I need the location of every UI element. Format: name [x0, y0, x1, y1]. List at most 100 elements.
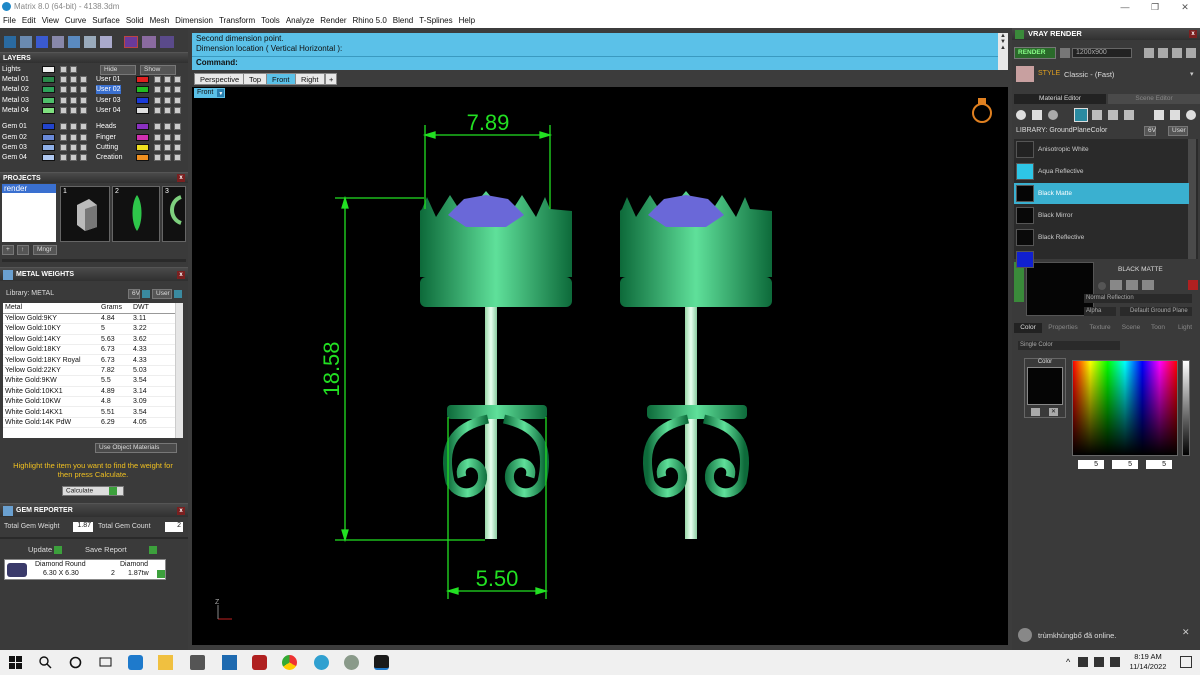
layer-lock-icon[interactable] [154, 86, 161, 94]
project-thumb-1[interactable]: 1 [60, 186, 110, 242]
volume-icon[interactable] [1094, 657, 1104, 667]
material-item[interactable]: Black Mirror [1014, 205, 1189, 226]
project-item-render[interactable]: render [2, 184, 56, 193]
subtab-light[interactable]: Light [1172, 323, 1198, 333]
style-value[interactable]: Classic - (Fast) [1064, 70, 1114, 79]
table-row[interactable]: Yellow Gold:18KY Royal 6.73 4.33 [3, 354, 175, 366]
material-tool-icon-10[interactable] [1186, 110, 1196, 120]
project-thumb-3[interactable]: 3 [162, 186, 186, 242]
render-size-field[interactable]: 1200x900 [1072, 48, 1132, 58]
layer-select-icon[interactable] [80, 154, 87, 162]
metal-user-toggle-icon[interactable] [174, 290, 182, 298]
command-scrollbar[interactable]: ▲ ▼ ▲ [998, 33, 1008, 70]
menu-mesh[interactable]: Mesh [147, 14, 173, 28]
render-option-icon-1[interactable] [1144, 48, 1154, 58]
projects-splitter[interactable] [2, 259, 186, 262]
material-tool-icon-1[interactable] [1016, 110, 1026, 120]
windows-start-icon[interactable] [8, 655, 23, 670]
color-picker-spectrum[interactable] [1072, 360, 1178, 456]
menu-render[interactable]: Render [317, 14, 349, 28]
table-row[interactable]: White Gold:14KX1 5.51 3.54 [3, 406, 175, 418]
use-object-materials-button[interactable]: Use Object Materials [95, 443, 177, 453]
table-row[interactable]: White Gold:10KW 4.8 3.09 [3, 396, 175, 408]
material-shader-icon[interactable] [1098, 282, 1106, 290]
subtab-properties[interactable]: Properties [1044, 323, 1082, 333]
table-row[interactable]: White Gold:14K PdW 6.29 4.05 [3, 417, 175, 429]
render-tool-icon[interactable] [124, 36, 138, 48]
file-explorer-icon[interactable] [158, 655, 173, 670]
menu-surface[interactable]: Surface [89, 14, 123, 28]
add-project-button[interactable]: + [2, 245, 14, 255]
ring-logo-icon[interactable] [972, 98, 992, 123]
command-prompt[interactable]: Command: [192, 56, 998, 69]
layer-select-icon[interactable] [174, 133, 181, 141]
material-item[interactable]: Aqua Reflective [1014, 161, 1189, 182]
layer-color-swatch[interactable] [136, 106, 149, 114]
color-clear-icon[interactable]: ✕ [1049, 408, 1058, 416]
layer-tool-icon[interactable] [4, 36, 16, 48]
store-icon[interactable] [190, 655, 205, 670]
render-option-icon-4[interactable] [1186, 48, 1196, 58]
layer-label[interactable]: Metal 02 [2, 85, 29, 94]
dim-width-top[interactable]: 7.89 [467, 110, 510, 135]
layer-select-icon[interactable] [80, 143, 87, 151]
layer-lock-icon[interactable] [60, 154, 67, 162]
layer-visible-icon[interactable] [70, 154, 77, 162]
material-item[interactable] [1014, 249, 1189, 270]
layer-label[interactable]: Gem 04 [2, 153, 27, 162]
snap-tool-icon[interactable] [68, 36, 80, 48]
material-tool-icon-5[interactable] [1092, 110, 1102, 120]
layer-label[interactable]: Metal 04 [2, 106, 29, 115]
layer-lock-icon[interactable] [60, 76, 67, 83]
notification-toast[interactable]: trùmkhủngbố đã online. ✕ [1012, 622, 1200, 650]
layer-select-icon[interactable] [80, 106, 87, 114]
layer-color-swatch[interactable] [42, 96, 55, 104]
tab-top[interactable]: Top [243, 73, 268, 85]
layer-color-swatch[interactable] [136, 143, 149, 151]
material-tool-icon-2[interactable] [1032, 110, 1042, 120]
layer-visible-icon[interactable] [70, 86, 77, 94]
layer-lock-icon[interactable] [60, 133, 67, 141]
metal-tool-icon[interactable] [160, 36, 174, 48]
material-item[interactable]: Black Reflective [1014, 227, 1189, 248]
layer-select-icon[interactable] [174, 76, 181, 83]
style-dropdown-icon[interactable]: ▾ [1190, 70, 1194, 78]
dim-height[interactable]: 18.58 [319, 341, 344, 396]
material-tool-icon-9[interactable] [1170, 110, 1180, 120]
table-row[interactable]: Yellow Gold:10KY 5 3.22 [3, 323, 175, 335]
material-tool-icon-3[interactable] [1048, 110, 1058, 120]
layer-select-icon[interactable] [80, 96, 87, 104]
subtab-scene[interactable]: Scene [1118, 323, 1144, 333]
lights-swatch[interactable] [42, 66, 55, 73]
color-r-field[interactable]: 5 [1078, 460, 1104, 469]
layer-color-swatch[interactable] [136, 154, 149, 162]
notification-close-icon[interactable]: ✕ [1182, 627, 1190, 638]
reflection-select[interactable]: Normal Reflection [1084, 294, 1192, 303]
layer-color-swatch[interactable] [42, 76, 55, 83]
menu-solid[interactable]: Solid [123, 14, 147, 28]
save-report-button[interactable]: Save Report [85, 545, 157, 555]
layer-lock-icon[interactable] [60, 106, 67, 114]
metal-weights-close-icon[interactable]: x [177, 271, 185, 279]
render-settings-icon[interactable] [1060, 48, 1070, 58]
layer-color-swatch[interactable] [136, 123, 149, 131]
layer-visible-icon[interactable] [164, 106, 171, 114]
layer-lock-icon[interactable] [60, 143, 67, 151]
gem-reporter-close-icon[interactable]: x [177, 507, 185, 515]
mail-icon[interactable] [222, 655, 237, 670]
lights-visible-icon[interactable] [70, 66, 77, 73]
network-icon[interactable] [1078, 657, 1088, 667]
project-thumb-2[interactable]: 2 [112, 186, 160, 242]
layer-visible-icon[interactable] [70, 133, 77, 141]
layer-visible-icon[interactable] [164, 76, 171, 83]
matrix-app-icon[interactable] [374, 655, 389, 670]
material-item[interactable]: Anisotropic White [1014, 139, 1189, 160]
table-row[interactable]: White Gold:9KW 5.5 3.54 [3, 375, 175, 387]
menu-transform[interactable]: Transform [216, 14, 258, 28]
layer-visible-icon[interactable] [164, 143, 171, 151]
viewport-front[interactable]: Front ▼ 7.89 18.58 5.50 Z [192, 87, 1008, 645]
table-row[interactable]: White Gold:10KX1 4.89 3.14 [3, 386, 175, 398]
gem-go-icon[interactable] [157, 570, 165, 578]
table-row[interactable]: Yellow Gold:9KY 4.84 3.11 [3, 313, 175, 325]
col-dwt[interactable]: DWT [131, 303, 175, 314]
